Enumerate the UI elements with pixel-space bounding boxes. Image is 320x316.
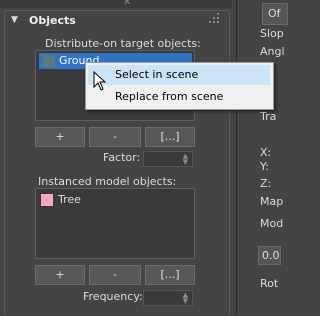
right-label-x: X: (260, 146, 272, 159)
right-label-slope: Slop (260, 27, 284, 40)
list-item-tree[interactable]: Tree (58, 193, 81, 206)
right-label-z: Z: (260, 177, 272, 190)
right-top-button[interactable]: Of (262, 3, 288, 25)
right-label-rotation: Rot (260, 277, 279, 290)
remove-target-button[interactable]: - (89, 127, 141, 147)
frequency-label: Frequency: (83, 290, 143, 303)
instanced-label: Instanced model objects: (38, 175, 177, 188)
drag-grip-icon[interactable] (207, 13, 221, 27)
object-color-swatch (41, 194, 53, 206)
right-label-mode: Mod (260, 217, 284, 230)
objects-rollout-header[interactable]: ▼ Objects (7, 12, 225, 30)
distribute-label: Distribute-on target objects: (45, 37, 201, 50)
mouse-cursor-icon (93, 71, 107, 91)
factor-spinner[interactable]: ▲ ▼ (143, 151, 193, 167)
add-target-button[interactable]: + (35, 127, 85, 147)
menu-item-replace-from-scene[interactable]: Replace from scene (88, 87, 270, 107)
pick-target-button[interactable]: [...] (145, 127, 195, 147)
object-color-swatch (43, 55, 55, 67)
add-instance-button[interactable]: + (35, 265, 85, 285)
collapse-arrow-icon[interactable]: ▼ (11, 15, 18, 25)
right-label-transform: Tra (260, 110, 277, 123)
right-label-map: Map (260, 195, 284, 208)
frequency-spinner[interactable]: ▲ ▼ (143, 290, 193, 306)
spinner-arrows-icon[interactable]: ▲ ▼ (183, 292, 188, 305)
context-menu: Select in scene Replace from scene (85, 62, 274, 110)
divider (236, 0, 237, 315)
rollout-title: Objects (29, 14, 76, 27)
pick-instance-button[interactable]: [...] (145, 265, 195, 285)
right-label-angle: Angl (260, 45, 285, 58)
right-label-y: Y: (260, 160, 269, 173)
menu-item-select-in-scene[interactable]: Select in scene (88, 65, 270, 85)
spinner-arrows-icon[interactable]: ▲ ▼ (183, 153, 188, 166)
close-icon[interactable]: ✕ (123, 0, 131, 8)
factor-label: Factor: (103, 151, 141, 164)
remove-instance-button[interactable]: - (89, 265, 141, 285)
right-value-field[interactable]: 0.0 (258, 246, 281, 265)
